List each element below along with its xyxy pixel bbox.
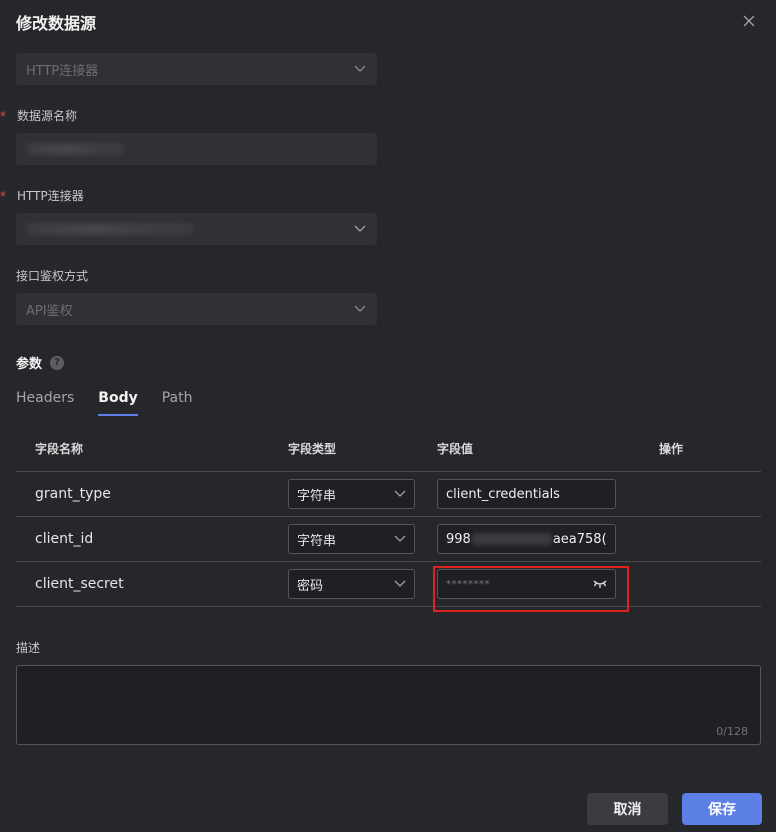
password-input[interactable]: ******** <box>437 569 616 599</box>
cancel-button[interactable]: 取消 <box>587 793 668 825</box>
column-header-name: 字段名称 <box>35 442 84 456</box>
chevron-down-icon <box>394 490 406 497</box>
redacted-value <box>471 533 552 545</box>
description-label: 描述 <box>16 641 41 655</box>
field-type-cell: 字符串 <box>268 524 417 554</box>
params-table: 字段名称 字段类型 字段值 操作 grant_type 字符串 client_c… <box>16 426 761 607</box>
connector-type-value: HTTP连接器 <box>26 63 99 79</box>
http-connector-select[interactable] <box>16 213 377 245</box>
field-name: client_id <box>35 531 94 547</box>
page-title: 修改数据源 <box>16 14 97 33</box>
field-value-input[interactable]: client_credentials <box>437 479 616 509</box>
redacted-value <box>26 223 194 235</box>
password-masked-value: ******** <box>446 578 490 590</box>
field-name: grant_type <box>35 486 111 502</box>
field-value-cell: client_credentials <box>417 479 639 509</box>
auth-method-value: API鉴权 <box>26 303 73 319</box>
chevron-down-icon <box>394 580 406 587</box>
field-type-value: 密码 <box>297 578 324 594</box>
params-section-title: 参数 ? <box>16 353 65 372</box>
chevron-down-icon <box>353 302 367 316</box>
close-button[interactable] <box>740 12 758 30</box>
field-type-select[interactable]: 字符串 <box>288 479 415 509</box>
connector-type-select: HTTP连接器 <box>16 53 377 85</box>
field-value-prefix: 998 <box>446 531 471 547</box>
field-type-value: 字符串 <box>297 488 337 504</box>
table-row: grant_type 字符串 client_credentials <box>16 472 761 517</box>
save-button[interactable]: 保存 <box>682 793 762 825</box>
field-value-cell: 998 aea758( <box>417 524 639 554</box>
datasource-name-input[interactable] <box>16 133 377 165</box>
char-counter: 0/128 <box>716 725 748 738</box>
tab-headers[interactable]: Headers <box>16 390 74 416</box>
help-icon[interactable]: ? <box>50 355 65 370</box>
auth-method-select: API鉴权 <box>16 293 377 325</box>
datasource-name-label-text: 数据源名称 <box>17 109 78 123</box>
table-header: 字段名称 字段类型 字段值 操作 <box>16 426 761 472</box>
http-connector-value <box>26 223 353 235</box>
column-header-action: 操作 <box>659 442 684 456</box>
field-type-cell: 字符串 <box>268 479 417 509</box>
close-icon <box>743 15 755 27</box>
chevron-down-icon <box>353 62 367 76</box>
table-row: client_secret 密码 ******** <box>16 562 761 607</box>
params-tabs: Headers Body Path <box>16 390 192 416</box>
field-type-select[interactable]: 字符串 <box>288 524 415 554</box>
auth-method-label: 接口鉴权方式 <box>16 269 89 283</box>
http-connector-label: * HTTP连接器 <box>0 187 84 204</box>
tab-body[interactable]: Body <box>98 390 139 416</box>
field-type-select[interactable]: 密码 <box>288 569 415 599</box>
field-type-value: 字符串 <box>297 533 337 549</box>
http-connector-label-text: HTTP连接器 <box>17 189 84 203</box>
eye-closed-icon[interactable] <box>593 579 607 589</box>
required-mark: * <box>0 189 6 203</box>
tab-path[interactable]: Path <box>162 390 193 416</box>
chevron-down-icon <box>353 222 367 236</box>
field-type-cell: 密码 <box>268 569 417 599</box>
field-value-input[interactable]: 998 aea758( <box>437 524 616 554</box>
chevron-down-icon <box>394 535 406 542</box>
table-row: client_id 字符串 998 aea758( <box>16 517 761 562</box>
field-value-suffix: aea758( <box>552 531 607 547</box>
required-mark: * <box>0 109 6 123</box>
description-textarea[interactable]: 0/128 <box>16 665 761 745</box>
column-header-type: 字段类型 <box>288 442 337 456</box>
datasource-name-label: * 数据源名称 <box>0 107 78 124</box>
params-title-text: 参数 <box>16 357 43 372</box>
field-value-text: client_credentials <box>446 486 560 502</box>
field-name: client_secret <box>35 576 124 592</box>
column-header-value: 字段值 <box>437 442 474 456</box>
redacted-value <box>26 143 124 155</box>
field-value-cell: ******** <box>417 569 639 599</box>
